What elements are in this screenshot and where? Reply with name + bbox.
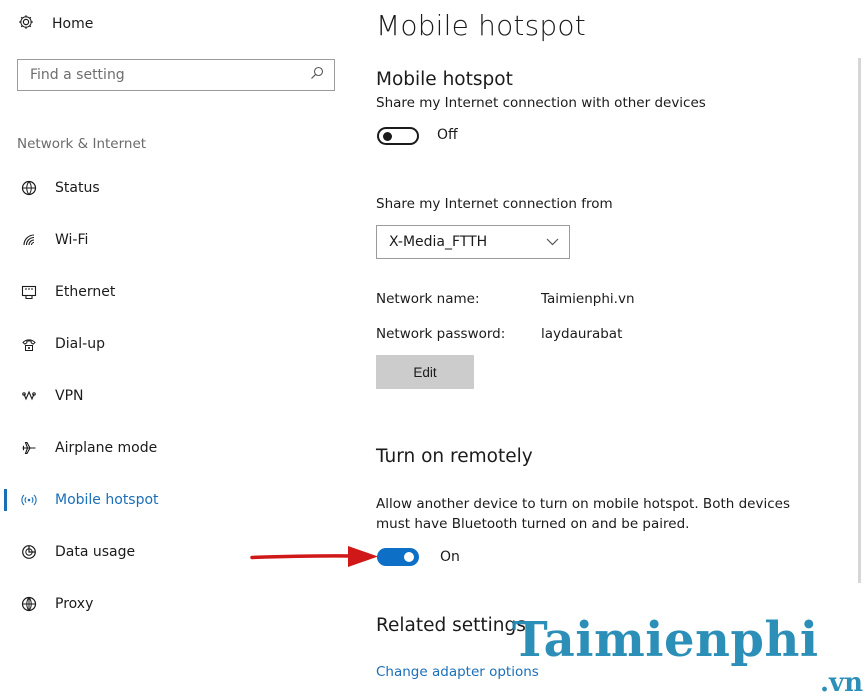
sidebar-item-status[interactable]: Status	[0, 168, 340, 208]
status-globe-icon	[21, 180, 37, 196]
active-indicator	[4, 489, 7, 511]
hotspot-description: Share my Internet connection with other …	[376, 95, 706, 111]
sidebar-item-label: Data usage	[55, 544, 136, 560]
network-name-value: Taimienphi.vn	[541, 291, 635, 307]
watermark-suffix: .vn	[820, 668, 864, 698]
section-label: Network & Internet	[17, 136, 147, 152]
search-icon	[310, 66, 324, 84]
chevron-down-icon	[546, 234, 559, 250]
search-placeholder: Find a setting	[30, 67, 125, 83]
search-input[interactable]: Find a setting	[17, 59, 335, 91]
sidebar-item-proxy[interactable]: Proxy	[0, 584, 340, 624]
airplane-icon	[21, 440, 37, 456]
remote-description-line2: must have Bluetooth turned on and be pai…	[376, 516, 690, 532]
red-arrow-annotation	[250, 546, 378, 567]
remote-toggle-state: On	[440, 549, 460, 565]
sidebar-item-label: Proxy	[55, 596, 94, 612]
remote-toggle[interactable]	[377, 548, 419, 566]
hotspot-toggle[interactable]	[377, 127, 419, 145]
related-settings-heading: Related settings	[376, 615, 526, 636]
toggle-knob	[383, 132, 392, 141]
sidebar-item-ethernet[interactable]: Ethernet	[0, 272, 340, 312]
sidebar-item-label: Airplane mode	[55, 440, 158, 456]
edit-button[interactable]: Edit	[376, 355, 474, 389]
hotspot-icon	[21, 492, 37, 508]
share-from-label: Share my Internet connection from	[376, 196, 613, 212]
data-usage-icon	[21, 544, 37, 560]
home-nav[interactable]: Home	[18, 14, 93, 34]
home-label: Home	[52, 16, 94, 32]
sidebar-item-wifi[interactable]: Wi-Fi	[0, 220, 340, 260]
remote-heading: Turn on remotely	[376, 446, 533, 467]
watermark-logo: Taimienphi	[512, 612, 819, 668]
ethernet-icon	[21, 284, 37, 300]
sidebar-item-label: Ethernet	[55, 284, 116, 300]
hotspot-toggle-state: Off	[437, 127, 458, 143]
remote-description-line1: Allow another device to turn on mobile h…	[376, 496, 790, 512]
network-password-value: laydaurabat	[541, 326, 623, 342]
connection-select-value: X-Media_FTTH	[389, 234, 488, 250]
sidebar-item-dialup[interactable]: Dial-up	[0, 324, 340, 364]
gear-icon	[18, 14, 34, 34]
sidebar-item-label: Dial-up	[55, 336, 105, 352]
sidebar-item-label: VPN	[55, 388, 84, 404]
sidebar-item-mobile-hotspot[interactable]: Mobile hotspot	[0, 480, 340, 520]
scrollbar[interactable]	[858, 58, 861, 583]
page-title: Mobile hotspot	[376, 9, 586, 42]
sidebar-item-label: Status	[55, 180, 100, 196]
proxy-globe-icon	[21, 596, 37, 612]
vpn-icon	[21, 388, 37, 404]
sidebar-item-label: Wi-Fi	[55, 232, 89, 248]
network-password-label: Network password:	[376, 326, 506, 342]
connection-select[interactable]: X-Media_FTTH	[376, 225, 570, 259]
sidebar-item-vpn[interactable]: VPN	[0, 376, 340, 416]
sidebar-item-label: Mobile hotspot	[55, 492, 159, 508]
toggle-knob	[404, 552, 414, 562]
network-name-label: Network name:	[376, 291, 480, 307]
wifi-icon	[21, 232, 37, 248]
dialup-icon	[21, 336, 37, 352]
hotspot-heading: Mobile hotspot	[376, 69, 513, 90]
sidebar-item-airplane-mode[interactable]: Airplane mode	[0, 428, 340, 468]
